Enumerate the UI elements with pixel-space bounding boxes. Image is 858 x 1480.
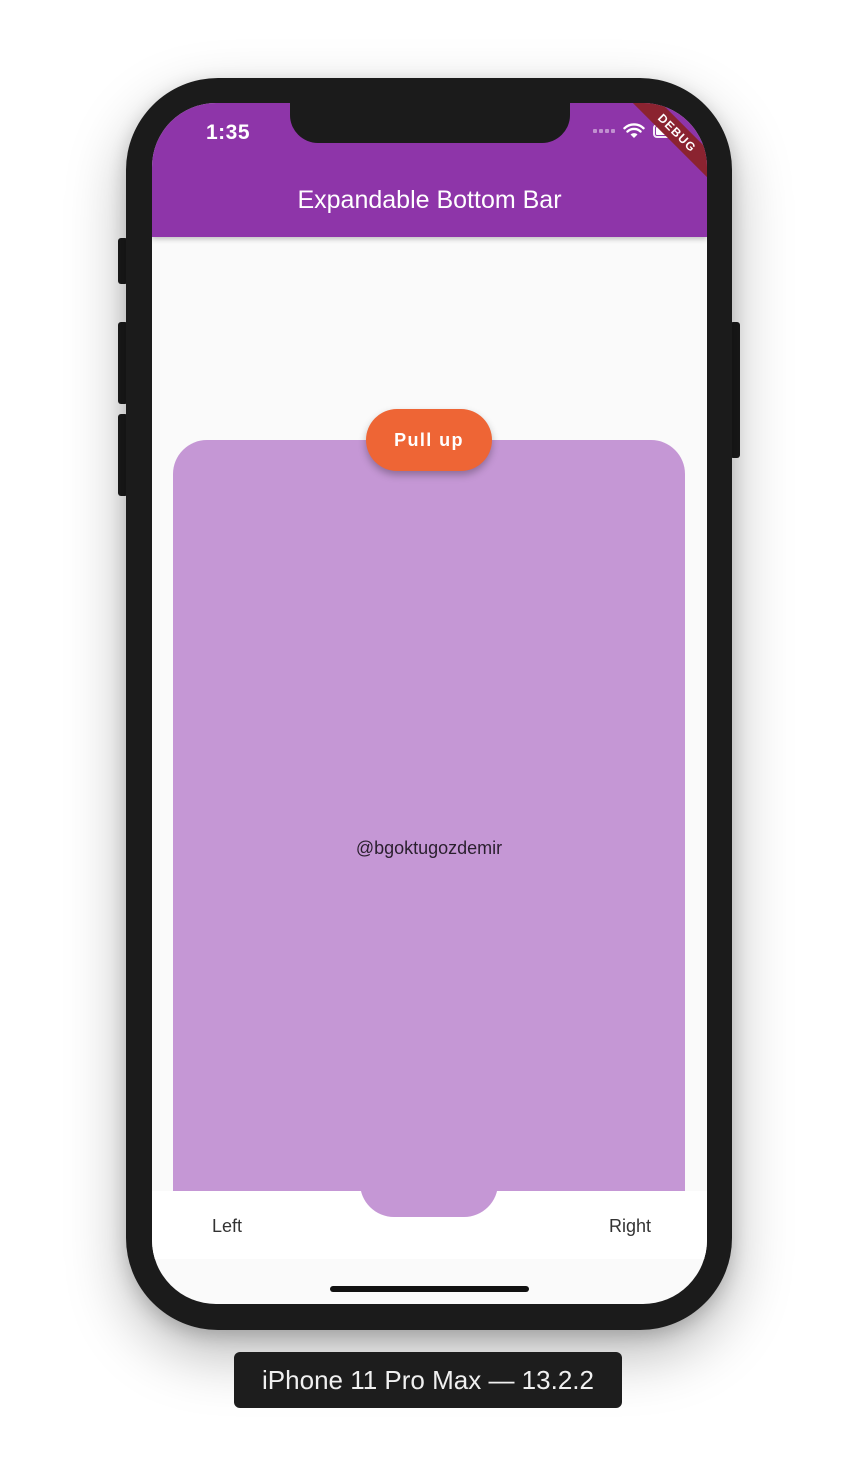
bottom-bar-notch bbox=[360, 1183, 498, 1217]
simulator-stage: 1:35 DEBUG Expandable Bottom Bar @bgoktu… bbox=[0, 0, 858, 1480]
page-title: Expandable Bottom Bar bbox=[297, 186, 562, 214]
bottom-bar-left-button[interactable]: Left bbox=[212, 1216, 242, 1237]
sheet-credit-text: @bgoktugozdemir bbox=[355, 838, 503, 858]
simulator-device-label: iPhone 11 Pro Max — 13.2.2 bbox=[234, 1352, 622, 1408]
wifi-icon bbox=[623, 123, 645, 138]
device-screen: 1:35 DEBUG Expandable Bottom Bar @bgoktu… bbox=[152, 103, 707, 1304]
expandable-sheet[interactable]: @bgoktugozdemir bbox=[173, 440, 685, 1200]
camera-notch bbox=[290, 103, 570, 143]
pull-up-button[interactable]: Pull up bbox=[366, 409, 492, 471]
home-indicator[interactable] bbox=[330, 1286, 529, 1292]
signal-icon bbox=[593, 129, 615, 133]
status-time: 1:35 bbox=[206, 121, 251, 144]
debug-banner: DEBUG bbox=[627, 103, 707, 183]
bottom-bar-right-button[interactable]: Right bbox=[609, 1216, 651, 1237]
app-bar: 1:35 DEBUG Expandable Bottom Bar bbox=[152, 103, 707, 237]
